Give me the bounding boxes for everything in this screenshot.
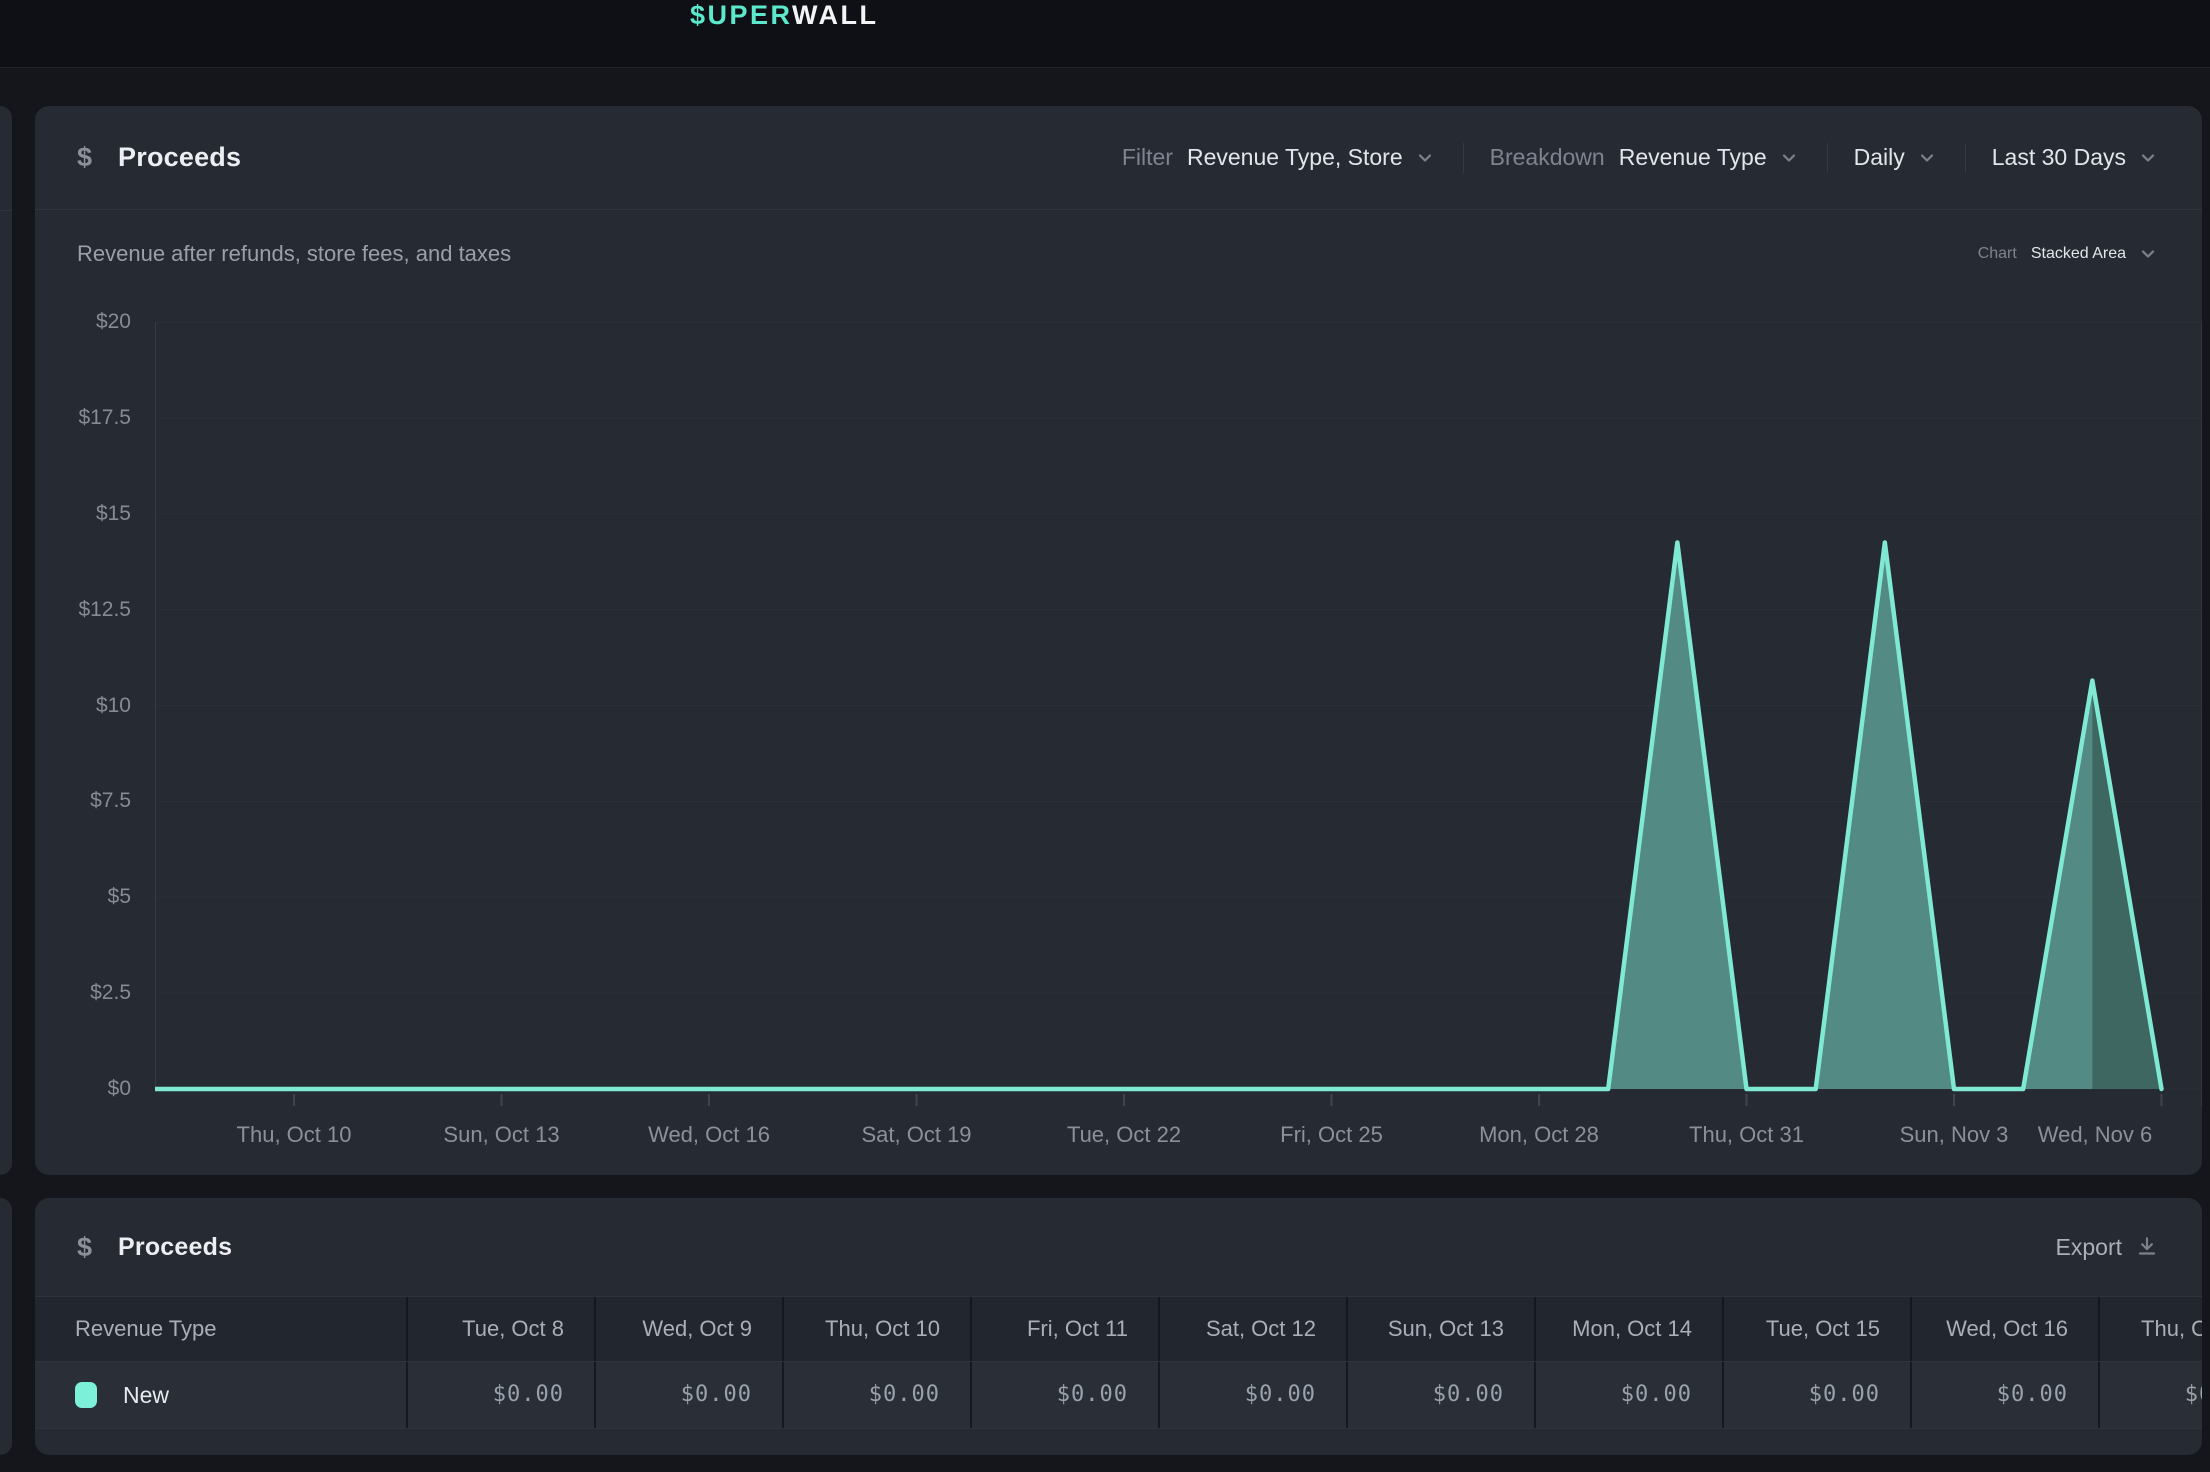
table-value-cell: $0.00 [1160,1362,1348,1428]
table-header-cell: Tue, Oct 15 [1724,1297,1912,1361]
table-value-cell: $0.00 [1724,1362,1912,1428]
chart-subheader: Revenue after refunds, store fees, and t… [35,211,2202,297]
table-body: New$0.00$0.00$0.00$0.00$0.00$0.00$0.00$0… [35,1362,2202,1429]
dollar-icon: $ [77,142,92,173]
interval-dropdown[interactable]: Daily [1854,144,1939,171]
table-row: New$0.00$0.00$0.00$0.00$0.00$0.00$0.00$0… [35,1362,2202,1429]
logo-text-secondary: WALL [792,0,878,30]
app-root: $UPERWALL $ Proceeds Filter Revenue Type… [0,0,2210,1472]
table-value-cell: $0.00 [1536,1362,1724,1428]
chart-controls: Filter Revenue Type, Store Breakdown Rev… [1122,143,2160,173]
x-axis-label: Wed, Oct 16 [599,1122,819,1148]
table-header-cell: Wed, Oct 16 [1912,1297,2100,1361]
proceeds-table: Revenue TypeTue, Oct 8Wed, Oct 9Thu, Oct… [35,1296,2202,1429]
x-axis-label: Thu, Oct 31 [1637,1122,1857,1148]
chart-plot-area: $20 $17.5 $15 $12.5 $10 $7.5 $5 $2.5 $0 Thu, Oct… [35,297,2202,1175]
chart-subtitle: Revenue after refunds, store fees, and t… [77,241,511,267]
filter-value: Revenue Type, Store [1187,144,1403,171]
breakdown-dropdown[interactable]: Breakdown Revenue Type [1490,144,1801,171]
stacked-area-chart[interactable] [155,306,2202,1116]
chart-card-header: $ Proceeds Filter Revenue Type, Store Br… [35,106,2202,210]
export-label: Export [2056,1234,2122,1261]
table-value-cell: $0.00 [2100,1362,2202,1428]
peek-card-left-table [0,1198,12,1455]
peek-card-left-chart [0,106,12,1175]
export-button[interactable]: Export [2056,1234,2160,1261]
superwall-logo: $UPERWALL [690,0,879,31]
top-bar: $UPERWALL [0,0,2210,68]
table-header-cell: Thu, Oct 10 [784,1297,972,1361]
x-axis-label: Sun, Oct 13 [392,1122,612,1148]
table-value-cell: $0.00 [784,1362,972,1428]
interval-value: Daily [1854,144,1905,171]
chart-type-dropdown[interactable]: Chart Stacked Area [1978,242,2160,266]
x-axis-label: Mon, Oct 28 [1429,1122,1649,1148]
chevron-down-icon [2136,242,2160,266]
series-label: New [123,1362,169,1428]
y-axis-label: $2.5 [35,979,131,1007]
dollar-icon: $ [77,1232,92,1263]
y-axis-label: $10 [35,692,131,720]
breakdown-value: Revenue Type [1619,144,1767,171]
table-header-cell: Fri, Oct 11 [972,1297,1160,1361]
chart-type-value: Stacked Area [2031,245,2126,263]
date-range-dropdown[interactable]: Last 30 Days [1992,144,2160,171]
y-axis-label: $17.5 [35,404,131,432]
date-range-value: Last 30 Days [1992,144,2126,171]
table-card-header: $ Proceeds Export [35,1198,2202,1296]
table-value-cell: $0.00 [1348,1362,1536,1428]
table-title: Proceeds [118,1233,232,1262]
table-header-cell: Mon, Oct 14 [1536,1297,1724,1361]
breakdown-label: Breakdown [1490,144,1605,171]
table-value-cell: $0.00 [972,1362,1160,1428]
filter-dropdown[interactable]: Filter Revenue Type, Store [1122,144,1437,171]
x-axis-label: Wed, Nov 6 [1985,1122,2202,1148]
logo-text-primary: $UPER [690,0,792,30]
x-axis-label: Sat, Oct 19 [807,1122,1027,1148]
table-header-cell: Thu, Oct 17 [2100,1297,2202,1361]
page-title: Proceeds [118,142,241,173]
table-header-cell: Sun, Oct 13 [1348,1297,1536,1361]
table-value-cell: $0.00 [1912,1362,2100,1428]
y-axis-label: $7.5 [35,787,131,815]
y-axis-label: $12.5 [35,596,131,624]
x-axis-label: Fri, Oct 25 [1222,1122,1442,1148]
download-icon [2134,1234,2160,1260]
table-header-cell: Sat, Oct 12 [1160,1297,1348,1361]
chevron-down-icon [1777,146,1801,170]
table-value-cell: $0.00 [596,1362,784,1428]
table-value-cell: $0.00 [408,1362,596,1428]
control-separator [1463,143,1464,173]
proceeds-table-card: $ Proceeds Export Revenue TypeTue, Oct 8… [35,1198,2202,1455]
control-separator [1965,143,1966,173]
y-axis-label: $20 [35,308,131,336]
control-separator [1827,143,1828,173]
y-axis-label: $15 [35,500,131,528]
chevron-down-icon [2136,146,2160,170]
x-axis-label: Thu, Oct 10 [184,1122,404,1148]
table-header-row: Revenue TypeTue, Oct 8Wed, Oct 9Thu, Oct… [35,1296,2202,1362]
chevron-down-icon [1413,146,1437,170]
chart-type-label: Chart [1978,245,2017,263]
row-label-cell: New [35,1362,408,1428]
y-axis-label: $0 [35,1075,131,1103]
table-header-revenue-type: Revenue Type [35,1297,408,1361]
table-header-cell: Wed, Oct 9 [596,1297,784,1361]
table-header-cell: Tue, Oct 8 [408,1297,596,1361]
proceeds-chart-card: $ Proceeds Filter Revenue Type, Store Br… [35,106,2202,1175]
y-axis-label: $5 [35,883,131,911]
x-axis-label: Tue, Oct 22 [1014,1122,1234,1148]
chevron-down-icon [1915,146,1939,170]
filter-label: Filter [1122,144,1173,171]
series-swatch [75,1382,97,1408]
